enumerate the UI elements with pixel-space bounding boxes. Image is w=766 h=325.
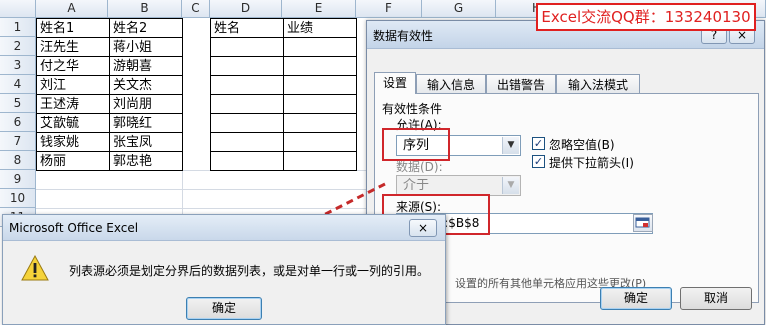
table-divider [211, 56, 357, 57]
msgbox-title: Microsoft Office Excel [9, 221, 139, 235]
highlight-box [382, 128, 450, 161]
dropdown-arrow-label: 提供下拉箭头(I) [549, 156, 634, 170]
cell-b8[interactable]: 郭忠艳 [110, 152, 183, 171]
range-picker-icon [635, 217, 650, 228]
ignore-blank-label: 忽略空值(B) [549, 138, 615, 152]
row-header[interactable]: 7 [0, 132, 36, 151]
score-table: 姓名 业绩 [210, 18, 357, 171]
cell-e1[interactable]: 业绩 [284, 19, 357, 38]
section-title: 有效性条件 [382, 102, 443, 116]
msgbox-message: 列表源必须是划定分界后的数据列表，或是对单一行或一列的引用。 [69, 264, 430, 278]
qq-group-banner: Excel交流QQ群：133240130 [536, 3, 756, 31]
tab-input-message[interactable]: 输入信息 [416, 74, 486, 95]
row-header[interactable]: 5 [0, 94, 36, 113]
error-message-box: Microsoft Office Excel × 列表源必须是划定分界后的数据列… [2, 214, 446, 325]
dropdown-arrow-checkbox[interactable]: ✓ [532, 155, 545, 168]
cell-b7[interactable]: 张宝凤 [110, 133, 183, 152]
cell-b4[interactable]: 关文杰 [110, 76, 183, 95]
data-select: 介于 ▼ [396, 175, 521, 196]
cell-b3[interactable]: 游朝喜 [110, 57, 183, 76]
table-divider [211, 151, 357, 152]
column-header-g[interactable]: G [422, 0, 496, 18]
cell-b1[interactable]: 姓名2 [110, 19, 183, 38]
select-all-corner[interactable] [0, 0, 36, 18]
table-divider [211, 94, 357, 95]
tab-ime-mode[interactable]: 输入法模式 [556, 74, 640, 95]
column-header-f[interactable]: F [356, 0, 422, 18]
table-divider [211, 75, 357, 76]
chevron-down-icon[interactable]: ▼ [502, 137, 519, 154]
column-header-c[interactable]: C [182, 0, 210, 18]
row-header[interactable]: 6 [0, 113, 36, 132]
row-header[interactable]: 10 [0, 189, 36, 208]
table-divider [211, 132, 357, 133]
cell-b2[interactable]: 蒋小姐 [110, 38, 183, 57]
column-header-b[interactable]: B [108, 0, 182, 18]
chevron-down-icon: ▼ [502, 177, 519, 194]
row-header[interactable]: 3 [0, 56, 36, 75]
data-value: 介于 [403, 178, 430, 193]
data-label: 数据(D): [396, 160, 443, 174]
row-header[interactable]: 4 [0, 75, 36, 94]
row-header[interactable]: 9 [0, 170, 36, 189]
tab-settings[interactable]: 设置 [374, 72, 416, 94]
cell-b5[interactable]: 刘尚朋 [110, 95, 183, 114]
ignore-blank-checkbox[interactable]: ✓ [532, 137, 545, 150]
column-header-e[interactable]: E [282, 0, 356, 18]
cell-a2[interactable]: 汪先生 [37, 38, 109, 57]
warning-icon [21, 255, 49, 281]
msgbox-ok-button[interactable]: 确定 [186, 297, 262, 320]
msgbox-close-button[interactable]: × [409, 219, 437, 237]
row-header[interactable]: 1 [0, 18, 36, 37]
cell-a6[interactable]: 艾歆毓 [37, 114, 109, 133]
cell-d1[interactable]: 姓名 [211, 19, 283, 38]
cell-a7[interactable]: 钱家姚 [37, 133, 109, 152]
cell-a5[interactable]: 王述涛 [37, 95, 109, 114]
range-picker-button[interactable] [633, 214, 653, 232]
msgbox-titlebar[interactable]: Microsoft Office Excel × [3, 215, 445, 241]
dialog-ok-button[interactable]: 确定 [600, 287, 672, 310]
row-header[interactable]: 2 [0, 37, 36, 56]
table-divider [211, 113, 357, 114]
cell-b6[interactable]: 郭晓红 [110, 114, 183, 133]
cell-a4[interactable]: 刘江 [37, 76, 109, 95]
dialog-title: 数据有效性 [373, 29, 434, 43]
names-table: 姓名1 汪先生 付之华 刘江 王述涛 艾歆毓 钱家姚 杨丽 姓名2 蒋小姐 游朝… [36, 18, 183, 171]
cell-a8[interactable]: 杨丽 [37, 152, 109, 171]
cell-a3[interactable]: 付之华 [37, 57, 109, 76]
row-header[interactable]: 8 [0, 151, 36, 170]
cell-a1[interactable]: 姓名1 [37, 19, 109, 38]
table-divider [283, 19, 284, 171]
column-header-a[interactable]: A [36, 0, 108, 18]
tab-error-alert[interactable]: 出错警告 [486, 74, 556, 95]
column-header-d[interactable]: D [210, 0, 282, 18]
dialog-cancel-button[interactable]: 取消 [680, 287, 752, 310]
